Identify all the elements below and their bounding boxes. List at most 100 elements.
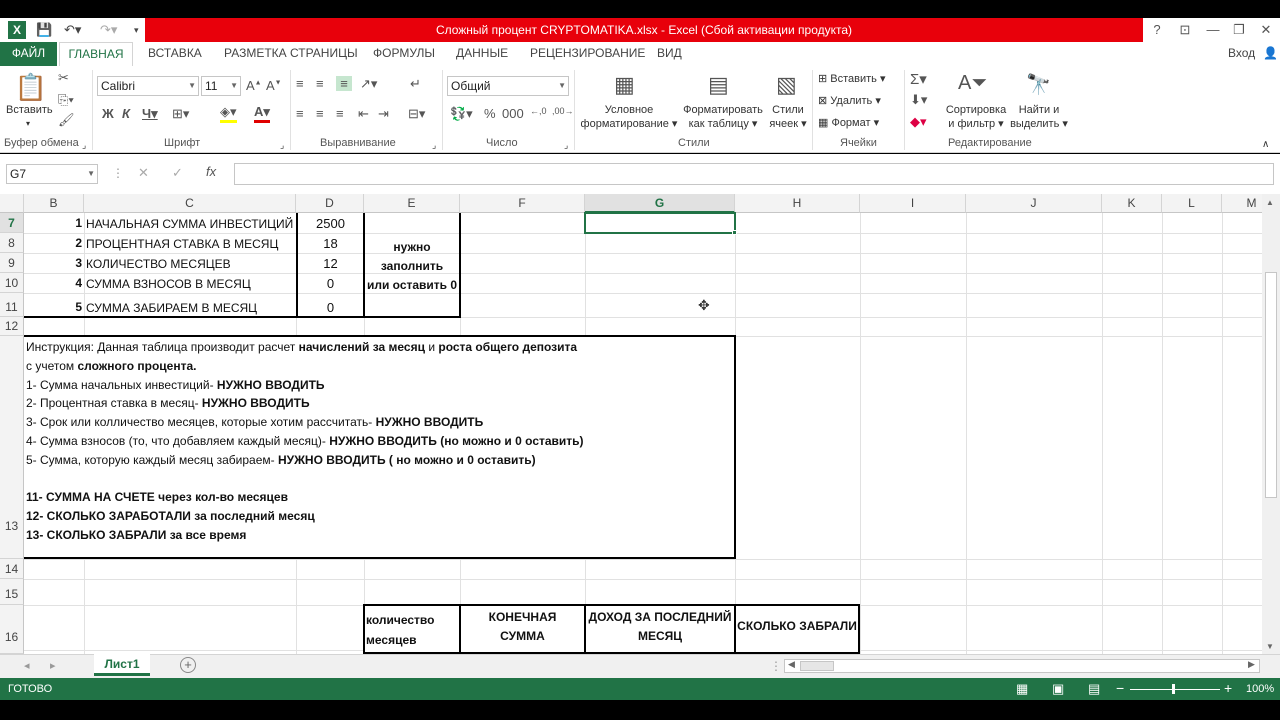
help-icon[interactable]: ? <box>1143 18 1171 42</box>
column-header[interactable]: M <box>1222 194 1262 213</box>
percent-icon[interactable]: % <box>484 106 496 121</box>
column-header[interactable]: K <box>1102 194 1162 213</box>
note-line[interactable]: заполнить <box>365 259 459 273</box>
fill-color-icon[interactable]: ◈▾ <box>220 104 237 123</box>
font-launcher-icon[interactable]: ⌟ <box>280 138 284 152</box>
fill-icon[interactable]: ⬇▾ <box>910 92 927 108</box>
number-format-select[interactable]: Общий ▼ <box>447 76 569 96</box>
row-header[interactable]: 8 <box>0 233 24 253</box>
param-label[interactable]: ПРОЦЕНТНАЯ СТАВКА В МЕСЯЦ <box>86 237 278 251</box>
minimize-icon[interactable]: — <box>1199 18 1227 42</box>
param-number[interactable]: 2 <box>24 236 82 250</box>
autosum-icon[interactable]: Σ▾ <box>910 70 927 88</box>
column-header[interactable]: E <box>364 194 460 213</box>
column-header[interactable]: B <box>24 194 84 213</box>
find-select-icon[interactable]: 🔭 <box>1026 72 1051 97</box>
row-header[interactable]: 15 <box>0 579 24 605</box>
conditional-format-button[interactable]: Условное форматирование ▾ <box>580 103 678 131</box>
column-header[interactable]: L <box>1162 194 1222 213</box>
scroll-thumb[interactable] <box>1265 272 1277 498</box>
select-all-corner[interactable] <box>0 194 24 213</box>
conditional-format-icon[interactable]: ▦ <box>614 72 635 98</box>
column-header[interactable]: J <box>966 194 1102 213</box>
align-left-icon[interactable]: ≡ <box>296 106 304 121</box>
format-cells-button[interactable]: ▦ Формат ▾ <box>818 116 879 130</box>
paste-dropdown-icon[interactable]: ▾ <box>26 117 30 131</box>
cell-styles-icon[interactable]: ▧ <box>776 72 797 98</box>
undo-icon[interactable]: ↶▾ <box>64 20 81 40</box>
hscroll-left-icon[interactable]: ◀ <box>788 659 795 670</box>
name-box[interactable]: G7 ▼ <box>6 164 98 184</box>
header-final-sum[interactable]: КОНЕЧНАЯ СУММА <box>461 608 584 646</box>
sort-filter-icon[interactable]: A⏷ <box>958 72 987 95</box>
param-value[interactable]: 0 <box>297 276 364 291</box>
sheet-tab-active[interactable]: Лист1 <box>94 654 150 676</box>
zoom-in-icon[interactable]: + <box>1224 680 1232 696</box>
underline-icon[interactable]: Ч▾ <box>142 106 158 122</box>
scroll-up-icon[interactable]: ▲ <box>1266 198 1274 207</box>
tab-file[interactable]: ФАЙЛ <box>0 42 57 66</box>
decrease-indent-icon[interactable]: ⇤ <box>358 106 369 122</box>
user-icon[interactable]: 👤 <box>1263 42 1278 66</box>
ribbon-display-icon[interactable]: ⊡ <box>1171 18 1199 42</box>
zoom-slider-thumb[interactable] <box>1172 684 1175 694</box>
column-header[interactable]: F <box>460 194 585 213</box>
save-icon[interactable]: 💾 <box>36 20 52 40</box>
format-as-table-button[interactable]: Форматировать как таблицу ▾ <box>680 103 766 131</box>
row-header[interactable]: 7 <box>0 213 24 233</box>
align-center-icon[interactable]: ≡ <box>316 106 324 121</box>
add-sheet-icon[interactable]: + <box>180 657 196 673</box>
next-sheet-icon[interactable]: ▸ <box>50 659 56 672</box>
tab-home[interactable]: ГЛАВНАЯ <box>59 42 133 67</box>
signin-link[interactable]: Вход <box>1228 42 1255 66</box>
header-taken[interactable]: СКОЛЬКО ЗАБРАЛИ <box>736 619 858 633</box>
format-painter-icon[interactable]: 🖌 <box>58 112 75 128</box>
hscroll-right-icon[interactable]: ▶ <box>1248 659 1255 670</box>
zoom-level[interactable]: 100% <box>1246 683 1274 695</box>
sort-filter-button[interactable]: Сортировка и фильтр ▾ <box>942 103 1010 131</box>
shrink-font-icon[interactable]: A▼ <box>266 78 282 93</box>
borders-icon[interactable]: ⊞▾ <box>172 106 189 122</box>
format-as-table-icon[interactable]: ▤ <box>708 72 729 98</box>
orientation-icon[interactable]: ↗▾ <box>360 76 377 92</box>
scroll-down-icon[interactable]: ▼ <box>1266 642 1274 651</box>
tab-insert[interactable]: ВСТАВКА <box>148 42 202 66</box>
header-income[interactable]: ДОХОД ЗА ПОСЛЕДНИЙ МЕСЯЦ <box>586 608 734 646</box>
align-launcher-icon[interactable]: ⌟ <box>432 138 436 152</box>
worksheet-grid[interactable]: B C D E F G H I J K L M 7 8 9 10 11 12 1… <box>0 194 1262 654</box>
collapse-ribbon-icon[interactable]: ∧ <box>1262 138 1269 152</box>
note-line[interactable]: нужно <box>365 240 459 254</box>
param-value[interactable]: 18 <box>297 236 364 251</box>
zoom-out-icon[interactable]: − <box>1116 680 1124 696</box>
paste-button[interactable]: Вставить <box>6 103 53 117</box>
fill-handle[interactable] <box>732 230 737 235</box>
font-color-icon[interactable]: A▾ <box>254 104 270 123</box>
cut-icon[interactable]: ✂ <box>58 70 69 86</box>
column-header[interactable]: H <box>735 194 860 213</box>
font-name-select[interactable]: Calibri ▼ <box>97 76 199 96</box>
align-bottom-icon[interactable]: ≡ <box>336 76 352 91</box>
tab-data[interactable]: ДАННЫЕ <box>456 42 508 66</box>
param-label[interactable]: НАЧАЛЬНАЯ СУММА ИНВЕСТИЦИЙ <box>86 217 293 231</box>
tab-review[interactable]: РЕЦЕНЗИРОВАНИЕ <box>530 42 645 66</box>
tab-view[interactable]: ВИД <box>657 42 682 66</box>
excel-logo-icon[interactable]: X <box>8 21 26 39</box>
cell-styles-button[interactable]: Стили ячеек ▾ <box>768 103 808 131</box>
restore-icon[interactable]: ❐ <box>1225 18 1253 42</box>
param-label[interactable]: СУММА ВЗНОСОВ В МЕСЯЦ <box>86 277 251 291</box>
increase-indent-icon[interactable]: ⇥ <box>378 106 389 122</box>
row-header[interactable]: 16 <box>0 605 24 654</box>
bold-icon[interactable]: Ж <box>102 106 114 121</box>
selected-cell[interactable] <box>584 212 736 234</box>
insert-function-icon[interactable]: fx <box>206 164 216 179</box>
tab-split-grip[interactable]: ⋮ <box>770 659 782 673</box>
param-number[interactable]: 1 <box>24 216 82 230</box>
horizontal-scrollbar[interactable] <box>784 659 1260 673</box>
italic-icon[interactable]: К <box>122 106 130 121</box>
param-label[interactable]: КОЛИЧЕСТВО МЕСЯЦЕВ <box>86 257 231 271</box>
delete-cells-button[interactable]: ⊠ Удалить ▾ <box>818 94 881 108</box>
align-right-icon[interactable]: ≡ <box>336 106 344 121</box>
note-line[interactable]: или оставить 0 <box>365 278 459 292</box>
column-header[interactable]: G <box>585 194 735 213</box>
param-value[interactable]: 12 <box>297 256 364 271</box>
